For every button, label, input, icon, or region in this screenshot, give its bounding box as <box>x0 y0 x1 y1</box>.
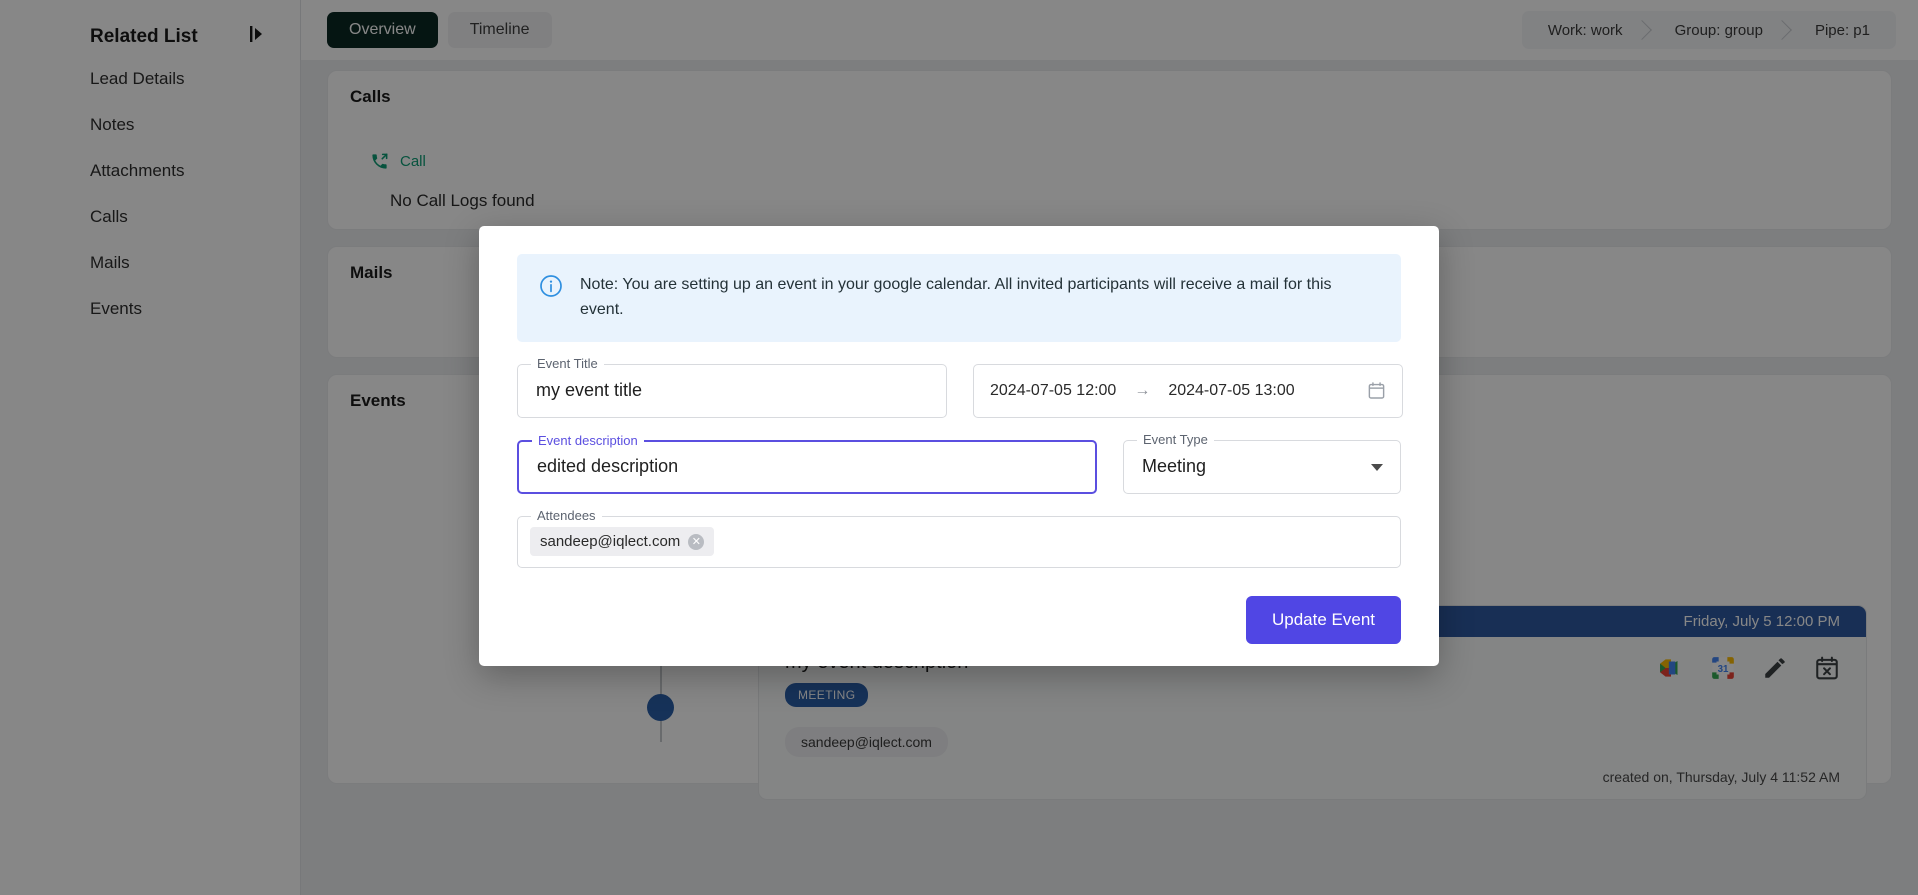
modal-row-attendees: Attendees sandeep@iqlect.com ✕ <box>517 507 1401 568</box>
attendees-label: Attendees <box>531 507 602 523</box>
attendee-chip: sandeep@iqlect.com ✕ <box>530 527 715 557</box>
event-description-input[interactable]: edited description <box>519 442 1095 492</box>
event-type-select[interactable]: Event Type Meeting <box>1123 431 1401 494</box>
calendar-icon[interactable] <box>1367 381 1386 400</box>
event-title-input[interactable]: my event title <box>518 365 946 417</box>
modal-footer: Update Event <box>517 595 1401 644</box>
update-event-button[interactable]: Update Event <box>1245 595 1401 644</box>
event-start-datetime[interactable]: 2024-07-05 12:00 <box>990 382 1116 400</box>
close-circle-icon[interactable]: ✕ <box>688 533 705 550</box>
event-end-datetime[interactable]: 2024-07-05 13:00 <box>1168 382 1294 400</box>
event-title-label: Event Title <box>531 355 604 371</box>
modal-row-title-date: Event Title my event title 2024-07-05 12… <box>517 355 1403 418</box>
attendees-value[interactable]: sandeep@iqlect.com ✕ <box>518 517 1400 567</box>
event-title-field[interactable]: Event Title my event title <box>517 355 947 418</box>
info-circle-icon <box>540 275 562 297</box>
event-description-field[interactable]: Event description edited description <box>517 432 1097 494</box>
date-range-arrow-icon: → <box>1134 381 1151 399</box>
app-root: Related List Lead Details Notes Attachme… <box>0 0 1918 895</box>
chevron-down-icon[interactable] <box>1371 463 1383 471</box>
event-edit-modal: Note: You are setting up an event in you… <box>479 226 1439 666</box>
calendar-note-text: Note: You are setting up an event in you… <box>580 276 1332 318</box>
attendees-field[interactable]: Attendees sandeep@iqlect.com ✕ <box>517 507 1401 568</box>
event-type-value[interactable]: Meeting <box>1124 441 1400 493</box>
calendar-glyph <box>1368 382 1385 399</box>
event-description-label: Event description <box>532 432 644 448</box>
calendar-note-banner: Note: You are setting up an event in you… <box>517 254 1401 342</box>
event-date-range-picker[interactable]: 2024-07-05 12:00 → 2024-07-05 13:00 <box>973 363 1403 418</box>
event-type-label: Event Type <box>1137 431 1214 447</box>
attendee-chip-label: sandeep@iqlect.com <box>540 533 681 551</box>
modal-row-desc-type: Event description edited description Eve… <box>517 431 1401 494</box>
